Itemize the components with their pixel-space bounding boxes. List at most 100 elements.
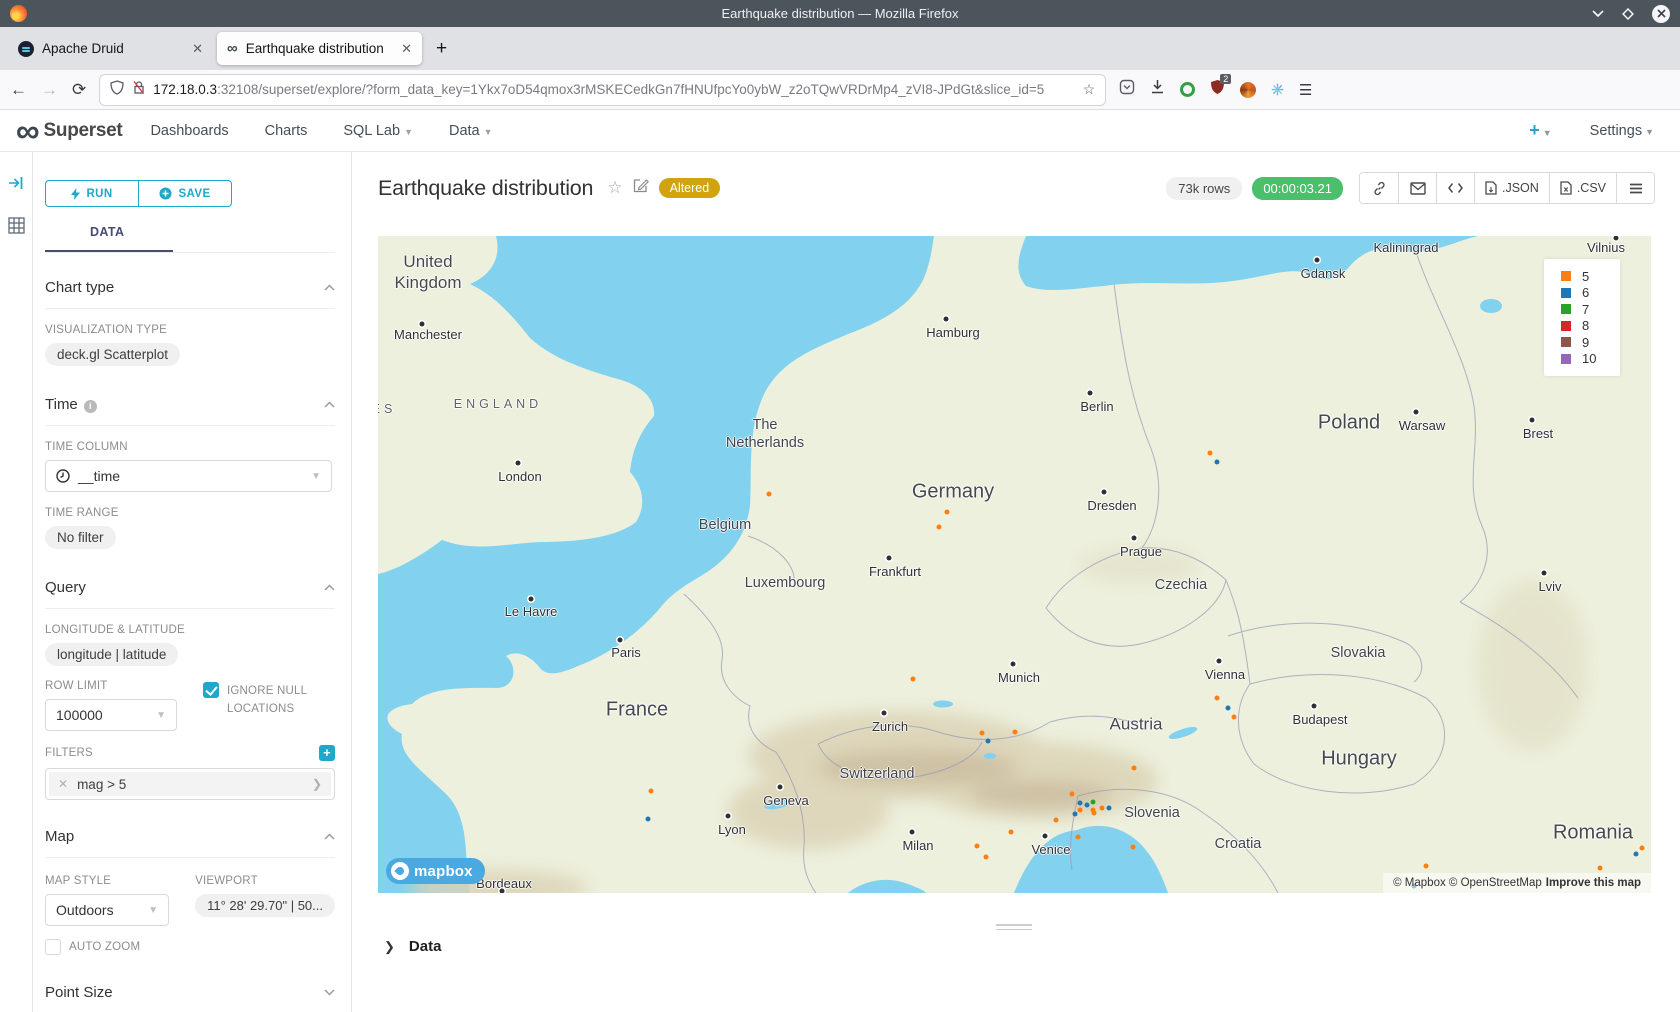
data-point[interactable] — [1107, 806, 1112, 811]
copy-link-button[interactable] — [1360, 173, 1398, 203]
settings-menu[interactable]: Settings▼ — [1590, 123, 1654, 139]
add-new-button[interactable]: +▼ — [1529, 120, 1551, 141]
data-tab[interactable]: DATA — [45, 223, 335, 253]
data-point[interactable] — [1598, 866, 1603, 871]
data-point[interactable] — [1208, 451, 1213, 456]
data-point[interactable] — [1232, 715, 1237, 720]
pocket-icon[interactable] — [1119, 79, 1135, 100]
data-point[interactable] — [937, 525, 942, 530]
data-point[interactable] — [1078, 808, 1083, 813]
close-window-icon[interactable] — [1652, 5, 1670, 23]
data-point[interactable] — [1100, 806, 1105, 811]
data-point[interactable] — [1085, 803, 1090, 808]
row-limit-select[interactable]: 100000 ▼ — [45, 699, 177, 731]
data-point[interactable] — [1226, 706, 1231, 711]
minimize-icon[interactable] — [1592, 10, 1604, 18]
data-point[interactable] — [984, 855, 989, 860]
superset-logo[interactable]: ∞ Superset — [16, 116, 122, 146]
new-tab-button[interactable]: + — [426, 38, 457, 60]
section-time[interactable]: Timei — [45, 396, 335, 413]
legend-swatch-icon — [1561, 288, 1571, 298]
data-point[interactable] — [1054, 818, 1059, 823]
mapbox-logo[interactable]: mapbox — [386, 858, 485, 884]
url-bar[interactable]: 172.18.0.3:32108/superset/explore/?form_… — [100, 75, 1105, 105]
back-button[interactable]: ← — [10, 80, 27, 100]
add-filter-button[interactable]: + — [319, 745, 335, 761]
close-tab-icon[interactable]: ✕ — [401, 41, 412, 57]
tracking-shield-icon[interactable] — [110, 80, 124, 100]
nav-charts[interactable]: Charts — [265, 123, 308, 139]
auto-zoom-checkbox[interactable] — [45, 939, 61, 955]
tab-earthquake-distribution[interactable]: ∞ Earthquake distribution ✕ — [217, 32, 422, 65]
data-point[interactable] — [980, 731, 985, 736]
chart-menu-button[interactable] — [1616, 173, 1654, 203]
filter-chip[interactable]: ✕ mag > 5 ❯ — [49, 772, 331, 796]
data-panel-toggle[interactable]: ❯ Data — [384, 938, 441, 955]
favorite-star-icon[interactable]: ☆ — [607, 178, 622, 198]
data-point[interactable] — [1070, 792, 1075, 797]
panel-drag-handle[interactable] — [996, 921, 1032, 933]
extension-ring-icon[interactable] — [1180, 82, 1195, 97]
maximize-icon[interactable] — [1622, 8, 1634, 20]
data-point[interactable] — [911, 677, 916, 682]
datasource-grid-icon[interactable] — [8, 217, 25, 239]
data-point[interactable] — [649, 789, 654, 794]
data-point[interactable] — [1013, 730, 1018, 735]
extension-palette-icon[interactable] — [1240, 82, 1256, 98]
export-csv-button[interactable]: .CSV — [1549, 173, 1616, 203]
data-point[interactable] — [1078, 801, 1083, 806]
edit-properties-icon[interactable] — [633, 178, 649, 198]
insecure-lock-icon[interactable] — [132, 80, 145, 100]
data-point[interactable] — [1634, 852, 1639, 857]
downloads-icon[interactable] — [1150, 79, 1165, 100]
data-point[interactable] — [1215, 460, 1220, 465]
lonlat-value[interactable]: longitude | latitude — [45, 643, 178, 666]
menu-icon[interactable]: ☰ — [1299, 81, 1312, 99]
data-point[interactable] — [1215, 696, 1220, 701]
section-point-size[interactable]: Point Size — [45, 984, 335, 1001]
time-range-value[interactable]: No filter — [45, 526, 116, 549]
bookmark-star-icon[interactable]: ☆ — [1083, 81, 1096, 98]
deckgl-map[interactable]: United KingdomManchesterENGLANDESLondonL… — [378, 236, 1651, 893]
adblock-shield-icon[interactable]: 2 — [1210, 79, 1225, 100]
filters-label: FILTERS — [45, 747, 93, 759]
data-point[interactable] — [1424, 864, 1429, 869]
data-point[interactable] — [1009, 830, 1014, 835]
data-point[interactable] — [767, 492, 772, 497]
data-point[interactable] — [986, 739, 991, 744]
section-query[interactable]: Query — [45, 579, 335, 596]
viewport-value[interactable]: 11° 28' 29.70" | 50... — [195, 894, 335, 917]
nav-data[interactable]: Data▼ — [449, 123, 493, 139]
collapse-panel-icon[interactable] — [8, 176, 24, 195]
embed-code-button[interactable] — [1436, 173, 1474, 203]
forward-button[interactable]: → — [41, 80, 58, 100]
tab-apache-druid[interactable]: Apache Druid ✕ — [8, 32, 213, 65]
data-point[interactable] — [1131, 845, 1136, 850]
ignore-null-checkbox[interactable] — [203, 682, 219, 698]
data-point[interactable] — [1073, 812, 1078, 817]
reload-button[interactable]: ⟳ — [72, 80, 86, 100]
nav-sql-lab[interactable]: SQL Lab▼ — [343, 123, 413, 139]
viz-type-value[interactable]: deck.gl Scatterplot — [45, 343, 180, 366]
run-button[interactable]: RUN — [45, 180, 138, 207]
close-tab-icon[interactable]: ✕ — [192, 41, 203, 57]
improve-map-link[interactable]: Improve this map — [1546, 877, 1641, 889]
data-point[interactable] — [1091, 800, 1096, 805]
data-point[interactable] — [646, 817, 651, 822]
section-chart-type[interactable]: Chart type — [45, 279, 335, 296]
nav-dashboards[interactable]: Dashboards — [150, 123, 228, 139]
data-point[interactable] — [945, 510, 950, 515]
save-button[interactable]: SAVE — [138, 180, 232, 207]
time-column-select[interactable]: __time ▼ — [45, 460, 332, 492]
section-map[interactable]: Map — [45, 828, 335, 845]
data-point[interactable] — [1076, 835, 1081, 840]
export-json-button[interactable]: .JSON — [1474, 173, 1549, 203]
email-button[interactable] — [1398, 173, 1436, 203]
data-point[interactable] — [975, 844, 980, 849]
extension-spark-icon[interactable]: ✳ — [1271, 81, 1284, 99]
data-point[interactable] — [1640, 846, 1645, 851]
data-point[interactable] — [1092, 811, 1097, 816]
map-style-select[interactable]: Outdoors ▼ — [45, 894, 169, 926]
data-point[interactable] — [1132, 766, 1137, 771]
remove-filter-icon[interactable]: ✕ — [58, 777, 68, 791]
